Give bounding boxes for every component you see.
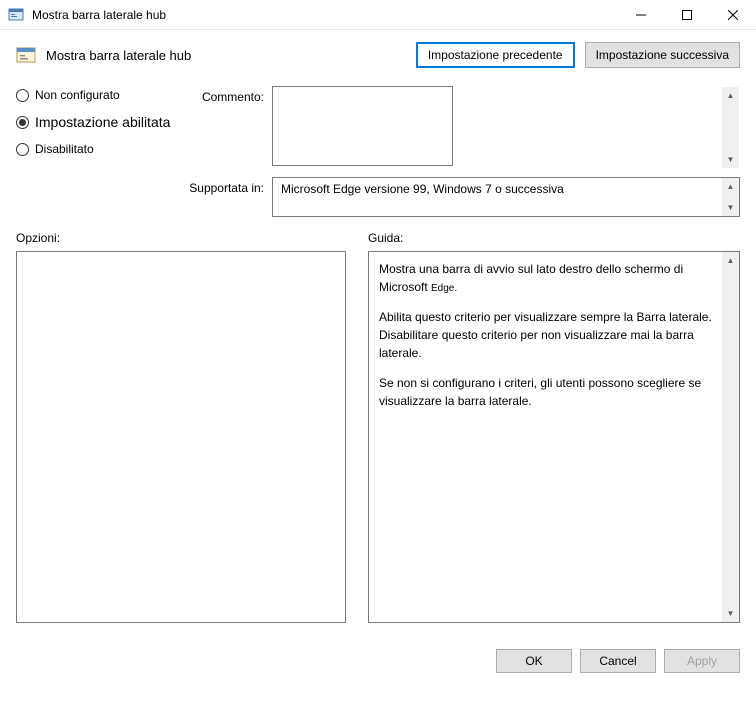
supported-label: Supportata in:	[184, 177, 264, 195]
radio-label: Disabilitato	[35, 142, 94, 156]
scroll-down-icon[interactable]: ▼	[722, 151, 739, 168]
cancel-button[interactable]: Cancel	[580, 649, 656, 673]
guide-panel: Mostra una barra di avvio sul lato destr…	[368, 251, 740, 623]
maximize-button[interactable]	[664, 0, 710, 30]
dialog-footer: OK Cancel Apply	[0, 635, 756, 687]
radio-icon	[16, 116, 29, 129]
minimize-button[interactable]	[618, 0, 664, 30]
scrollbar[interactable]: ▲ ▼	[722, 252, 739, 622]
scrollbar[interactable]: ▲ ▼	[722, 87, 739, 168]
comment-label: Commento:	[184, 86, 264, 104]
window-controls	[618, 0, 756, 30]
options-panel	[16, 251, 346, 623]
guide-text: Edge.	[431, 283, 457, 294]
radio-icon	[16, 89, 29, 102]
scroll-down-icon[interactable]: ▼	[722, 605, 739, 622]
options-label: Opzioni:	[16, 231, 346, 245]
guide-text: Mostra una barra di avvio sul lato destr…	[379, 262, 683, 294]
radio-enabled[interactable]: Impostazione abilitata	[16, 114, 176, 130]
window-title: Mostra barra laterale hub	[32, 8, 618, 22]
app-icon	[8, 7, 24, 23]
radio-label: Impostazione abilitata	[35, 114, 170, 130]
scroll-up-icon[interactable]: ▲	[722, 87, 739, 104]
supported-on-box: Microsoft Edge versione 99, Windows 7 o …	[272, 177, 740, 217]
guide-paragraph: Se non si configurano i criteri, gli ute…	[379, 374, 719, 410]
radio-icon	[16, 143, 29, 156]
scroll-down-icon[interactable]: ▼	[722, 199, 739, 216]
radio-not-configured[interactable]: Non configurato	[16, 88, 176, 102]
supported-on-text: Microsoft Edge versione 99, Windows 7 o …	[281, 182, 564, 196]
header-row: Mostra barra laterale hub Impostazione p…	[16, 42, 740, 68]
policy-icon	[16, 45, 36, 65]
ok-button[interactable]: OK	[496, 649, 572, 673]
radio-disabled[interactable]: Disabilitato	[16, 142, 176, 156]
apply-button[interactable]: Apply	[664, 649, 740, 673]
scrollbar[interactable]: ▲ ▼	[722, 178, 739, 216]
scroll-up-icon[interactable]: ▲	[722, 252, 739, 269]
guide-paragraph: Abilita questo criterio per visualizzare…	[379, 308, 719, 362]
page-title: Mostra barra laterale hub	[46, 48, 406, 63]
guide-paragraph: Mostra una barra di avvio sul lato destr…	[379, 260, 719, 296]
scroll-up-icon[interactable]: ▲	[722, 178, 739, 195]
next-setting-button[interactable]: Impostazione successiva	[585, 42, 740, 68]
titlebar: Mostra barra laterale hub	[0, 0, 756, 30]
guide-label: Guida:	[368, 231, 740, 245]
close-button[interactable]	[710, 0, 756, 30]
previous-setting-button[interactable]: Impostazione precedente	[416, 42, 575, 68]
radio-label: Non configurato	[35, 88, 120, 102]
comment-textarea[interactable]	[272, 86, 453, 166]
